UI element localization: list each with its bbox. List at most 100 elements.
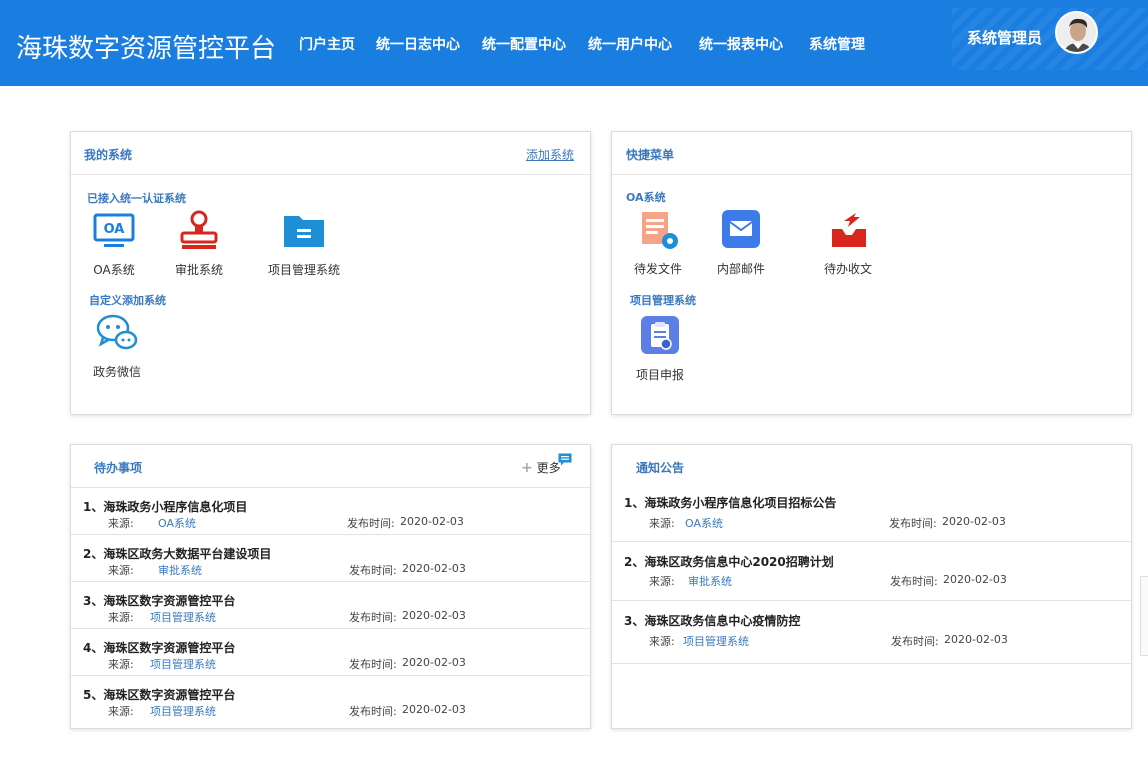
app-label-approval: 审批系统 (174, 263, 223, 277)
todo-panel: 待办事项 + 更多 1、海珠政务小程序信息化项目 来源: OA系统 发布时间: … (70, 444, 591, 729)
auth-systems-label: 已接入统一认证系统 (87, 192, 186, 205)
time-label: 发布时间: (349, 564, 397, 577)
todo-row-date: 2020-02-03 (402, 703, 466, 716)
source-label: 来源: (108, 517, 134, 530)
time-label: 发布时间: (349, 611, 397, 624)
plus-icon: + (521, 460, 533, 476)
notice-row[interactable]: 2、海珠区政务信息中心2020招聘计划 来源: 审批系统 发布时间: 2020-… (612, 542, 1131, 601)
notice-row-title: 2、海珠区政务信息中心2020招聘计划 (624, 555, 834, 569)
quick-menu-panel: 快捷菜单 OA系统 待发文件 内部邮件 待办收文 项目管理系统 项目申报 (611, 131, 1132, 415)
todo-row[interactable]: 3、海珠区数字资源管控平台 来源: 项目管理系统 发布时间: 2020-02-0… (71, 582, 590, 629)
todo-row-title: 1、海珠政务小程序信息化项目 (83, 500, 248, 514)
todo-row[interactable]: 4、海珠区数字资源管控平台 来源: 项目管理系统 发布时间: 2020-02-0… (71, 629, 590, 676)
todo-header: 待办事项 + 更多 (71, 445, 590, 488)
notice-row-date: 2020-02-03 (944, 633, 1008, 646)
clipboard-icon (641, 316, 679, 354)
app-tile-approval[interactable]: 审批系统 (154, 210, 244, 280)
todo-row-title: 4、海珠区数字资源管控平台 (83, 641, 236, 655)
todo-row-title: 3、海珠区数字资源管控平台 (83, 594, 236, 608)
todo-row-title: 5、海珠区数字资源管控平台 (83, 688, 236, 702)
source-label: 来源: (649, 635, 675, 648)
quick-menu-header: 快捷菜单 (612, 132, 1131, 175)
message-icon[interactable] (558, 453, 572, 466)
todo-row[interactable]: 5、海珠区数字资源管控平台 来源: 项目管理系统 发布时间: 2020-02-0… (71, 676, 590, 723)
notice-row-date: 2020-02-03 (942, 515, 1006, 528)
notice-row-date: 2020-02-03 (943, 573, 1007, 586)
my-systems-panel: 我的系统 添加系统 已接入统一认证系统 OA OA系统 审批系统 项目管理系统 … (70, 131, 591, 415)
quick-menu-title: 快捷菜单 (626, 148, 675, 162)
todo-row[interactable]: 1、海珠政务小程序信息化项目 来源: OA系统 发布时间: 2020-02-03 (71, 488, 590, 535)
time-label: 发布时间: (890, 575, 938, 588)
notice-row-title: 3、海珠区政务信息中心疫情防控 (624, 614, 801, 628)
source-label: 来源: (108, 658, 134, 671)
todo-row-date: 2020-02-03 (402, 656, 466, 669)
todo-row-source[interactable]: 项目管理系统 (150, 656, 216, 672)
app-title: 海珠数字资源管控平台 (16, 34, 277, 64)
oa-section-label: OA系统 (626, 191, 666, 204)
notice-header: 通知公告 (612, 445, 1131, 485)
add-system-link[interactable]: 添加系统 (526, 146, 574, 163)
notice-row-source[interactable]: OA系统 (685, 515, 723, 531)
todo-row-date: 2020-02-03 (402, 562, 466, 575)
notice-row-source[interactable]: 项目管理系统 (683, 633, 749, 649)
app-label-gov-wechat: 政务微信 (92, 365, 141, 379)
todo-row-source[interactable]: 审批系统 (158, 562, 202, 578)
todo-title: 待办事项 (94, 461, 143, 475)
app-tile-oa[interactable]: OA OA系统 (69, 210, 159, 280)
todo-more-button[interactable]: + 更多 (521, 459, 561, 476)
todo-row-source[interactable]: 项目管理系统 (150, 703, 216, 719)
source-label: 来源: (649, 517, 675, 530)
top-header: 海珠数字资源管控平台 门户主页 统一日志中心 统一配置中心 统一用户中心 统一报… (0, 0, 1148, 86)
nav-item-config-center[interactable]: 统一配置中心 (482, 34, 566, 54)
avatar[interactable] (1055, 11, 1098, 54)
app-label-oa: OA系统 (93, 263, 135, 277)
app-label-project-mgmt: 项目管理系统 (267, 263, 340, 277)
quick-item-pending-send[interactable]: 待发文件 (613, 209, 703, 279)
oa-icon: OA (93, 213, 135, 247)
mail-icon (722, 210, 760, 248)
inbox-icon (832, 213, 866, 247)
quick-item-project-apply[interactable]: 项目申报 (615, 315, 705, 385)
quick-label-project-apply: 项目申报 (635, 368, 684, 382)
my-systems-header: 我的系统 添加系统 (71, 132, 590, 175)
nav-item-user-center[interactable]: 统一用户中心 (588, 34, 672, 54)
todo-row-date: 2020-02-03 (400, 515, 464, 528)
wechat-icon (96, 314, 138, 350)
svg-text:OA: OA (104, 222, 125, 237)
source-label: 来源: (649, 575, 675, 588)
todo-row-source[interactable]: OA系统 (158, 515, 196, 531)
stamp-icon (180, 210, 218, 249)
notice-title: 通知公告 (636, 461, 685, 475)
nav-item-log-center[interactable]: 统一日志中心 (376, 34, 460, 54)
user-name[interactable]: 系统管理员 (967, 27, 1042, 48)
nav-item-portal-home[interactable]: 门户主页 (299, 34, 355, 54)
time-label: 发布时间: (891, 635, 939, 648)
nav-item-system-admin[interactable]: 系统管理 (809, 34, 865, 54)
quick-item-pending-receive[interactable]: 待办收文 (803, 209, 893, 279)
app-tile-gov-wechat[interactable]: 政务微信 (72, 312, 162, 382)
notice-row[interactable]: 1、海珠政务小程序信息化项目招标公告 来源: OA系统 发布时间: 2020-0… (612, 485, 1131, 542)
time-label: 发布时间: (889, 517, 937, 530)
quick-label-internal-mail: 内部邮件 (716, 262, 765, 276)
project-section-label: 项目管理系统 (630, 294, 696, 307)
source-label: 来源: (108, 611, 134, 624)
quick-item-internal-mail[interactable]: 内部邮件 (696, 209, 786, 279)
todo-row-source[interactable]: 项目管理系统 (150, 609, 216, 625)
todo-row[interactable]: 2、海珠区政务大数据平台建设项目 来源: 审批系统 发布时间: 2020-02-… (71, 535, 590, 582)
time-label: 发布时间: (349, 705, 397, 718)
side-scroll-handle[interactable] (1140, 576, 1148, 656)
todo-row-title: 2、海珠区政务大数据平台建设项目 (83, 547, 272, 561)
my-systems-title: 我的系统 (84, 148, 133, 162)
app-tile-project-mgmt[interactable]: 项目管理系统 (259, 210, 349, 280)
nav-item-report-center[interactable]: 统一报表中心 (699, 34, 783, 54)
custom-systems-label: 自定义添加系统 (89, 294, 166, 307)
notice-panel: 通知公告 1、海珠政务小程序信息化项目招标公告 来源: OA系统 发布时间: 2… (611, 444, 1132, 729)
source-label: 来源: (108, 564, 134, 577)
time-label: 发布时间: (349, 658, 397, 671)
notice-row-source[interactable]: 审批系统 (688, 573, 732, 589)
notice-row[interactable]: 3、海珠区政务信息中心疫情防控 来源: 项目管理系统 发布时间: 2020-02… (612, 601, 1131, 664)
document-gear-icon (642, 212, 678, 249)
quick-label-pending-send: 待发文件 (633, 262, 682, 276)
todo-row-date: 2020-02-03 (402, 609, 466, 622)
source-label: 来源: (108, 705, 134, 718)
